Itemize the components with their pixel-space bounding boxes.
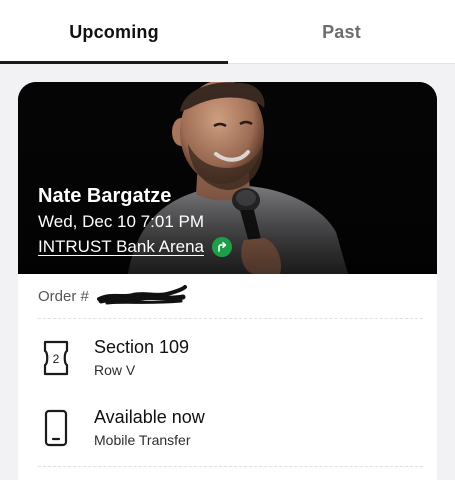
tab-past[interactable]: Past	[228, 0, 455, 64]
order-number-row: Order #	[18, 274, 437, 318]
delivery-status: Available now	[94, 407, 205, 427]
ticket-section: Section 109	[94, 337, 190, 357]
redacted-order-number	[96, 285, 187, 305]
event-hero: Nate Bargatze Wed, Dec 10 7:01 PM INTRUS…	[18, 82, 437, 274]
order-number-label: Order #	[38, 287, 89, 305]
ticket-row: Row V	[94, 362, 136, 378]
ticket-icon: 2	[38, 336, 74, 380]
event-name: Nate Bargatze	[38, 185, 172, 207]
event-info: Nate Bargatze Wed, Dec 10 7:01 PM INTRUS…	[38, 183, 232, 259]
delivery-row[interactable]: Available now Mobile Transfer	[38, 398, 423, 458]
delivery-method: Mobile Transfer	[94, 432, 191, 448]
event-datetime: Wed, Dec 10 7:01 PM	[38, 212, 204, 231]
tickets-row[interactable]: 2 Section 109 Row V	[38, 328, 423, 388]
ticket-count: 2	[53, 352, 60, 366]
venue-row: INTRUST Bank Arena	[38, 235, 232, 259]
divider	[38, 466, 423, 467]
directions-arrow-icon[interactable]	[211, 237, 232, 257]
active-tab-indicator	[0, 61, 228, 64]
event-ticket-card[interactable]: Nate Bargatze Wed, Dec 10 7:01 PM INTRUS…	[18, 82, 437, 480]
divider	[38, 318, 423, 319]
tab-bar: Upcoming Past	[0, 0, 455, 64]
venue-link[interactable]: INTRUST Bank Arena	[38, 235, 204, 259]
tab-upcoming[interactable]: Upcoming	[0, 0, 228, 64]
mobile-phone-icon	[38, 406, 74, 450]
